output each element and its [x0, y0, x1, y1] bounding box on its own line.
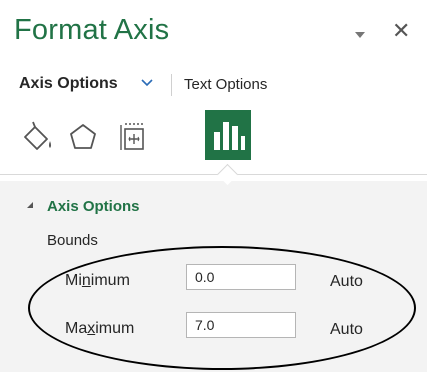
effects-icon[interactable]: [63, 117, 103, 157]
size-properties-icon[interactable]: [113, 117, 153, 157]
format-axis-pane: Format Axis ✕ Axis Options Text Options: [0, 0, 427, 372]
collapse-triangle-icon[interactable]: [27, 202, 33, 208]
bounds-group-label: Bounds: [47, 232, 98, 249]
pane-title: Format Axis: [14, 14, 170, 46]
tab-text-options[interactable]: Text Options: [184, 76, 267, 93]
maximum-label: Maximum: [65, 320, 134, 338]
minimum-label-part1: Mi: [65, 272, 82, 289]
minimum-auto-button[interactable]: Auto: [330, 273, 363, 291]
tab-divider: [171, 74, 172, 96]
chevron-down-icon[interactable]: [140, 78, 154, 88]
maximum-auto-button[interactable]: Auto: [330, 321, 363, 339]
close-icon[interactable]: ✕: [392, 20, 410, 42]
section-title-axis-options[interactable]: Axis Options: [47, 198, 140, 215]
minimum-input[interactable]: [186, 264, 296, 290]
minimum-label-part2: imum: [90, 272, 130, 289]
axis-options-icon[interactable]: [205, 110, 251, 160]
maximum-label-part1: Ma: [65, 320, 88, 337]
maximum-input[interactable]: [186, 312, 296, 338]
minimum-label-accel: n: [81, 272, 91, 289]
minimum-label: Minimum: [65, 272, 130, 290]
fill-line-icon[interactable]: [17, 117, 57, 157]
tab-axis-options[interactable]: Axis Options: [19, 75, 118, 93]
panel-divider: [0, 174, 427, 175]
maximum-label-part2: imum: [95, 320, 135, 337]
task-pane-options-icon[interactable]: [355, 32, 365, 38]
